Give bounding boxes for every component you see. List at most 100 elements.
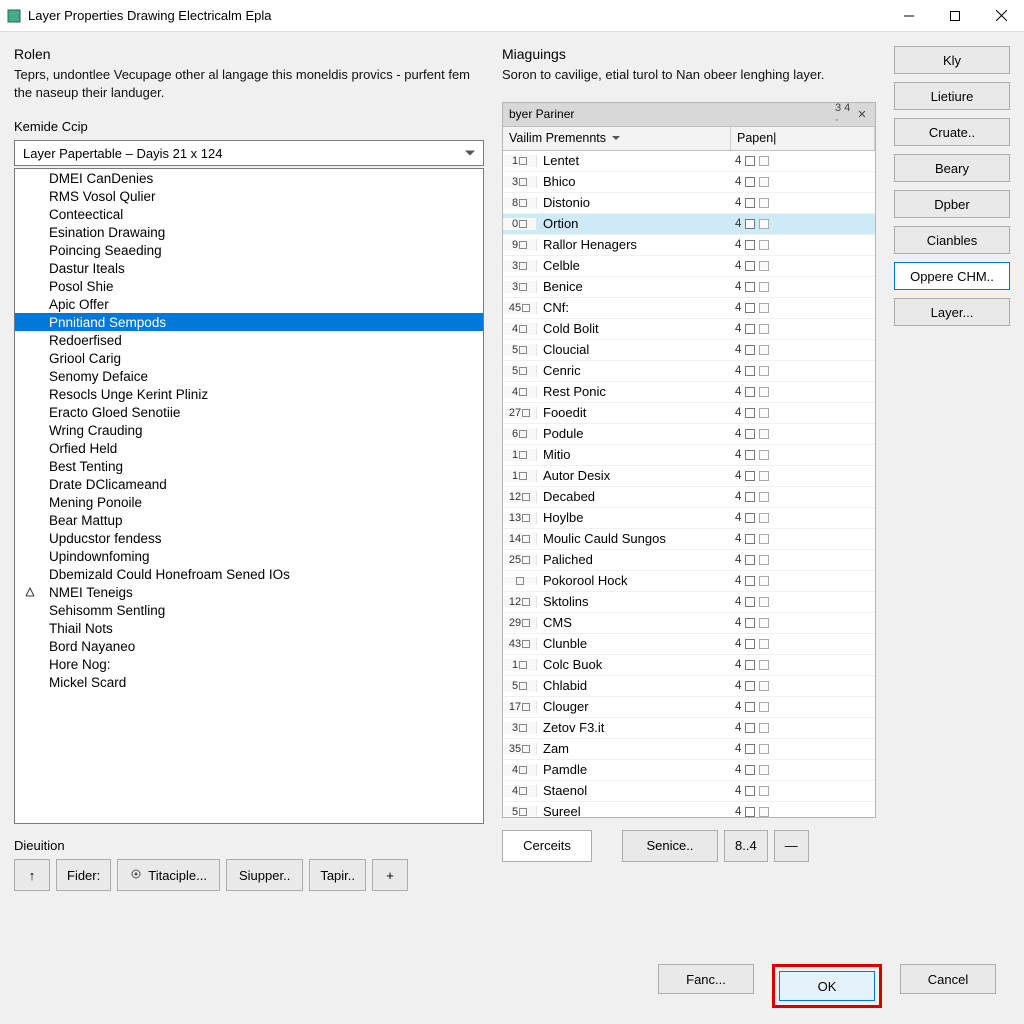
num-button[interactable]: 8..4 bbox=[724, 830, 768, 862]
checkbox-icon[interactable] bbox=[745, 555, 755, 565]
table-row[interactable]: 5Cenric4 bbox=[503, 361, 875, 382]
list-item[interactable]: Conteectical bbox=[15, 205, 483, 223]
table-row[interactable]: 12Decabed4 bbox=[503, 487, 875, 508]
table-row[interactable]: 3Bhico4 bbox=[503, 172, 875, 193]
edit-icon[interactable] bbox=[759, 702, 769, 712]
checkbox-icon[interactable] bbox=[745, 345, 755, 355]
table-row[interactable]: 14Moulic Cauld Sungos4 bbox=[503, 529, 875, 550]
col-header-1[interactable]: Vailim Premennts bbox=[503, 127, 731, 150]
edit-icon[interactable] bbox=[759, 513, 769, 523]
side-button[interactable]: Layer... bbox=[894, 298, 1010, 326]
checkbox-icon[interactable] bbox=[745, 681, 755, 691]
layer-listbox[interactable]: DMEI CanDeniesRMS Vosol QulierConteectic… bbox=[14, 168, 484, 824]
edit-icon[interactable] bbox=[759, 345, 769, 355]
edit-icon[interactable] bbox=[759, 366, 769, 376]
checkbox-icon[interactable] bbox=[745, 618, 755, 628]
list-item[interactable]: Sehisomm Sentling bbox=[15, 601, 483, 619]
list-item[interactable]: Dastur Iteals bbox=[15, 259, 483, 277]
table-row[interactable]: 4Rest Ponic4 bbox=[503, 382, 875, 403]
side-button[interactable]: Beary bbox=[894, 154, 1010, 182]
checkbox-icon[interactable] bbox=[745, 660, 755, 670]
list-item[interactable]: Senomy Defaice bbox=[15, 367, 483, 385]
siupper-button[interactable]: Siupper.. bbox=[226, 859, 303, 891]
edit-icon[interactable] bbox=[759, 471, 769, 481]
edit-icon[interactable] bbox=[759, 807, 769, 817]
checkbox-icon[interactable] bbox=[745, 450, 755, 460]
list-item[interactable]: Best Tenting bbox=[15, 457, 483, 475]
edit-icon[interactable] bbox=[759, 240, 769, 250]
table-row[interactable]: 5Sureel4 bbox=[503, 802, 875, 817]
edit-icon[interactable] bbox=[759, 408, 769, 418]
edit-icon[interactable] bbox=[759, 198, 769, 208]
checkbox-icon[interactable] bbox=[745, 702, 755, 712]
checkbox-icon[interactable] bbox=[745, 744, 755, 754]
list-item[interactable]: Thiail Nots bbox=[15, 619, 483, 637]
table-row[interactable]: 1Lentet4 bbox=[503, 151, 875, 172]
side-button[interactable]: Lietiure bbox=[894, 82, 1010, 110]
tapir-button[interactable]: Tapir.. bbox=[309, 859, 366, 891]
ok-button[interactable]: OK bbox=[779, 971, 875, 1001]
fanc-button[interactable]: Fanc... bbox=[658, 964, 754, 994]
table-row[interactable]: 5Cloucial4 bbox=[503, 340, 875, 361]
side-button[interactable]: Kly bbox=[894, 46, 1010, 74]
maximize-button[interactable] bbox=[932, 1, 978, 31]
checkbox-icon[interactable] bbox=[745, 387, 755, 397]
edit-icon[interactable] bbox=[759, 534, 769, 544]
list-item[interactable]: Poincing Seaeding bbox=[15, 241, 483, 259]
checkbox-icon[interactable] bbox=[745, 807, 755, 817]
table-row[interactable]: 5Chlabid4 bbox=[503, 676, 875, 697]
titaciple-button[interactable]: Titaciple... bbox=[117, 859, 220, 891]
list-item[interactable]: Dbemizald Could Honefroam Sened IOs bbox=[15, 565, 483, 583]
table-row[interactable]: 45CNf:4 bbox=[503, 298, 875, 319]
edit-icon[interactable] bbox=[759, 576, 769, 586]
list-item[interactable]: Hore Nog: bbox=[15, 655, 483, 673]
add-button[interactable]: + bbox=[372, 859, 408, 891]
list-item[interactable]: Pnnitiand Sempods bbox=[15, 313, 483, 331]
list-item[interactable]: Orfied Held bbox=[15, 439, 483, 457]
cancel-button[interactable]: Cancel bbox=[900, 964, 996, 994]
col-header-2[interactable]: Papen| bbox=[731, 127, 875, 150]
list-item[interactable]: DMEI CanDenies bbox=[15, 169, 483, 187]
checkbox-icon[interactable] bbox=[745, 723, 755, 733]
list-item[interactable]: RMS Vosol Qulier bbox=[15, 187, 483, 205]
edit-icon[interactable] bbox=[759, 303, 769, 313]
list-item[interactable]: NMEI Teneigs bbox=[15, 583, 483, 601]
checkbox-icon[interactable] bbox=[745, 429, 755, 439]
side-button[interactable]: Cianbles bbox=[894, 226, 1010, 254]
table-row[interactable]: 35Zam4 bbox=[503, 739, 875, 760]
side-button[interactable]: Oppere CHM.. bbox=[894, 262, 1010, 290]
table-row[interactable]: 6Podule4 bbox=[503, 424, 875, 445]
checkbox-icon[interactable] bbox=[745, 765, 755, 775]
list-item[interactable]: Redoerfised bbox=[15, 331, 483, 349]
checkbox-icon[interactable] bbox=[745, 177, 755, 187]
list-item[interactable]: Apic Offer bbox=[15, 295, 483, 313]
edit-icon[interactable] bbox=[759, 765, 769, 775]
edit-icon[interactable] bbox=[759, 639, 769, 649]
list-item[interactable]: Bear Mattup bbox=[15, 511, 483, 529]
edit-icon[interactable] bbox=[759, 597, 769, 607]
table-row[interactable]: 27Fooedit4 bbox=[503, 403, 875, 424]
edit-icon[interactable] bbox=[759, 744, 769, 754]
table-row[interactable]: 0Ortion4 bbox=[503, 214, 875, 235]
list-item[interactable]: Upducstor fendess bbox=[15, 529, 483, 547]
layer-combobox[interactable]: Layer Papertable – Dayis 21 x 124 bbox=[14, 140, 484, 166]
edit-icon[interactable] bbox=[759, 324, 769, 334]
side-button[interactable]: Cruate.. bbox=[894, 118, 1010, 146]
checkbox-icon[interactable] bbox=[745, 513, 755, 523]
checkbox-icon[interactable] bbox=[745, 303, 755, 313]
table-row[interactable]: 29CMS4 bbox=[503, 613, 875, 634]
edit-icon[interactable] bbox=[759, 282, 769, 292]
table-row[interactable]: 1Mitio4 bbox=[503, 445, 875, 466]
table-row[interactable]: 13Hoylbe4 bbox=[503, 508, 875, 529]
edit-icon[interactable] bbox=[759, 387, 769, 397]
table-row[interactable]: 3Zetov F3.it4 bbox=[503, 718, 875, 739]
checkbox-icon[interactable] bbox=[745, 366, 755, 376]
table-row[interactable]: 4Cold Bolit4 bbox=[503, 319, 875, 340]
list-item[interactable]: Posol Shie bbox=[15, 277, 483, 295]
close-button[interactable] bbox=[978, 1, 1024, 31]
fider-button[interactable]: Fider: bbox=[56, 859, 111, 891]
checkbox-icon[interactable] bbox=[745, 198, 755, 208]
checkbox-icon[interactable] bbox=[745, 576, 755, 586]
checkbox-icon[interactable] bbox=[745, 261, 755, 271]
table-row[interactable]: 4Staenol4 bbox=[503, 781, 875, 802]
